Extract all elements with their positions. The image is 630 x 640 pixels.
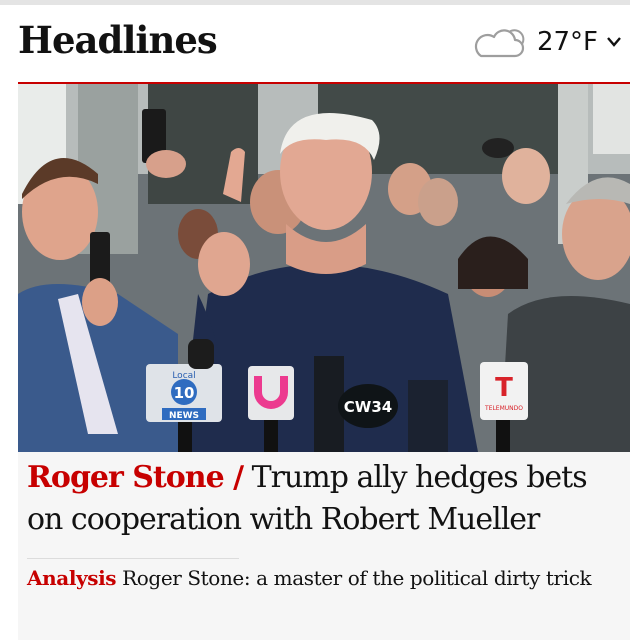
headline-kicker: Roger Stone /	[27, 460, 244, 495]
related-divider	[27, 558, 239, 559]
cloud-sun-icon	[471, 22, 529, 62]
headline-card: Roger Stone / Trump ally hedges bets on …	[18, 452, 630, 640]
lead-headline[interactable]: Roger Stone / Trump ally hedges bets on …	[27, 457, 627, 541]
related-kicker: Analysis	[27, 566, 117, 590]
top-divider	[0, 0, 630, 5]
mic-flag-local-number: 10	[174, 384, 195, 402]
lead-photo[interactable]: Local 10 NEWS CW34 T TELEMUNDO	[18, 84, 630, 452]
mic-flag-telemundo-label: TELEMUNDO	[484, 405, 523, 412]
related-link[interactable]: Analysis Roger Stone: a master of the po…	[27, 564, 617, 593]
chevron-down-icon	[606, 36, 622, 48]
mic-flag-telemundo-letter: T	[495, 373, 513, 403]
weather-widget[interactable]: 27°F	[471, 22, 622, 62]
related-text: Roger Stone: a master of the political d…	[116, 566, 592, 590]
mic-flag-local-news: NEWS	[169, 411, 199, 421]
page-title: Headlines	[18, 18, 218, 62]
mic-flag-cw34: CW34	[344, 398, 392, 416]
temperature: 27°F	[536, 27, 598, 57]
section-header: Headlines 27°F	[18, 12, 630, 84]
